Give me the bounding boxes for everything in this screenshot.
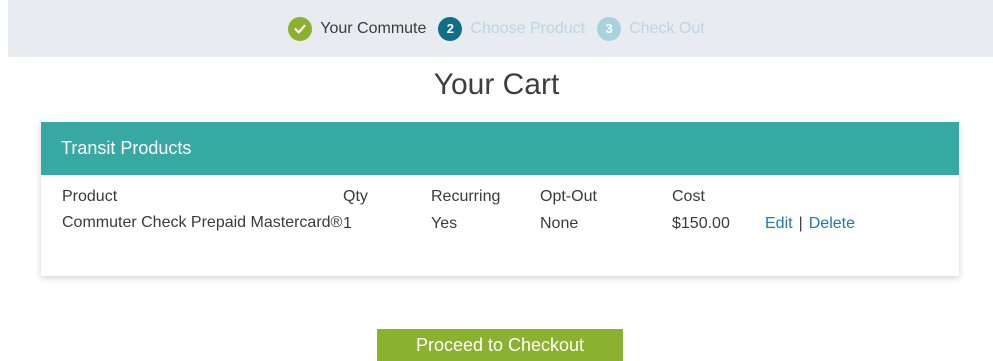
row-actions: Edit | Delete: [765, 215, 945, 233]
column-header-qty: Qty: [343, 188, 368, 205]
page-title: Your Cart: [433, 68, 560, 101]
proceed-to-checkout-button[interactable]: Proceed to Checkout: [377, 329, 623, 361]
cart-table: Product Qty Recurring Opt-Out Cost Commu…: [62, 188, 942, 233]
steps-list: Your Commute 2 Choose Product 3 Check Ou…: [288, 16, 705, 41]
step-label: Your Commute: [320, 19, 427, 37]
cell-opt-out: None: [540, 215, 579, 232]
step-label: Check Out: [629, 19, 705, 37]
cell-qty: 1: [343, 215, 352, 232]
table-row: Commuter Check Prepaid Mastercard® 1 Yes…: [62, 212, 942, 233]
card-header: Transit Products: [41, 122, 959, 175]
step-number-badge: 2: [438, 16, 463, 41]
column-header-recurring: Recurring: [431, 188, 501, 205]
step-check-out[interactable]: 3 Check Out: [597, 16, 705, 41]
step-number-badge: 3: [597, 16, 622, 41]
cell-recurring: Yes: [431, 215, 458, 232]
step-choose-product[interactable]: 2 Choose Product: [438, 16, 586, 41]
column-header-cost: Cost: [672, 188, 705, 205]
transit-products-card: Transit Products Product Qty Recurring O…: [41, 122, 959, 276]
step-your-commute[interactable]: Your Commute: [288, 16, 427, 41]
card-title: Transit Products: [61, 138, 192, 158]
column-header-opt-out: Opt-Out: [540, 188, 597, 205]
action-separator: |: [798, 215, 803, 232]
check-icon: [288, 16, 313, 41]
edit-link[interactable]: Edit: [765, 215, 793, 233]
column-header-product: Product: [62, 188, 118, 205]
step-label: Choose Product: [470, 19, 586, 37]
progress-stepper: Your Commute 2 Choose Product 3 Check Ou…: [8, 0, 993, 57]
cell-product: Commuter Check Prepaid Mastercard®: [62, 214, 343, 231]
cell-cost: $150.00: [672, 215, 730, 232]
delete-link[interactable]: Delete: [809, 215, 855, 233]
table-header-row: Product Qty Recurring Opt-Out Cost: [62, 188, 942, 212]
